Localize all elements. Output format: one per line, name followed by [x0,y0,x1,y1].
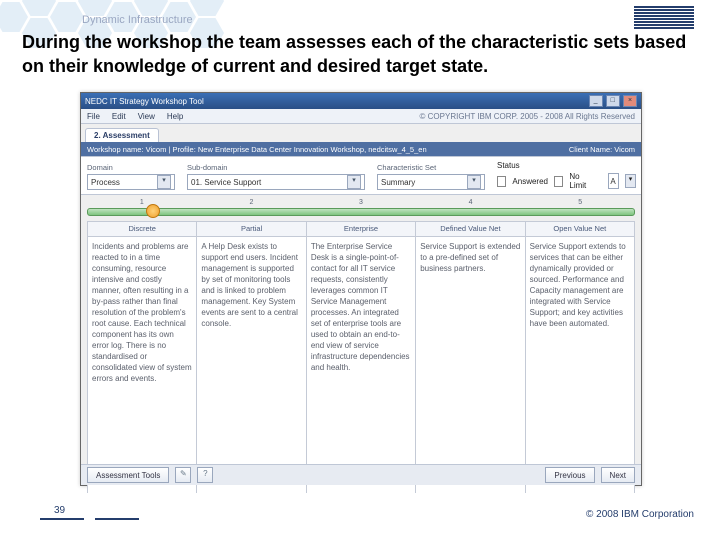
window-title: NEDC IT Strategy Workshop Tool [85,97,204,106]
domain-label: Domain [87,163,175,172]
col-header-1: Discrete [88,222,196,237]
chevron-down-icon[interactable]: ▾ [625,174,637,188]
col-header-2: Partial [197,222,305,237]
col-body-1: Incidents and problems are reacted to in… [88,237,196,493]
workshop-tool-window: NEDC IT Strategy Workshop Tool _ □ × Fil… [80,92,642,486]
menu-view[interactable]: View [138,112,155,121]
titlebar: NEDC IT Strategy Workshop Tool _ □ × [81,93,641,109]
profile-left: Workshop name: Vicom | Profile: New Ente… [87,145,427,154]
col-body-2: A Help Desk exists to support end users.… [197,237,305,493]
maximize-button[interactable]: □ [606,95,620,107]
app-copyright: © COPYRIGHT IBM CORP. 2005 - 2008 All Ri… [420,112,635,121]
col-body-3: The Enterprise Service Desk is a single-… [307,237,415,493]
subdomain-label: Sub-domain [187,163,365,172]
next-button[interactable]: Next [601,467,635,483]
window-controls: _ □ × [588,95,637,107]
minimize-button[interactable]: _ [589,95,603,107]
menu-help[interactable]: Help [167,112,183,121]
domain-dropdown[interactable]: Process▾ [87,174,175,190]
profile-right: Client Name: Vicom [569,145,635,154]
close-button[interactable]: × [623,95,637,107]
help-icon[interactable]: ? [197,467,213,483]
menu-file[interactable]: File [87,112,100,121]
slider-track [87,208,635,216]
chevron-down-icon: ▾ [157,175,171,189]
assessment-tools-button[interactable]: Assessment Tools [87,467,169,483]
chevron-down-icon: ▾ [347,175,361,189]
letter-dropdown[interactable]: A [608,173,619,189]
menu-edit[interactable]: Edit [112,112,126,121]
status-label: Status [497,161,636,170]
col-header-4: Defined Value Net [416,222,524,237]
profile-bar: Workshop name: Vicom | Profile: New Ente… [81,142,641,156]
maturity-slider[interactable]: 1 2 3 4 5 [87,199,635,219]
chevron-down-icon: ▾ [467,175,481,189]
selector-row: Domain Process▾ Sub-domain 01. Service S… [81,156,641,195]
subdomain-dropdown[interactable]: 01. Service Support▾ [187,174,365,190]
answered-label: Answered [512,177,548,186]
col-header-3: Enterprise [307,222,415,237]
tab-assessment[interactable]: 2. Assessment [85,128,159,142]
col-header-5: Open Value Net [526,222,634,237]
col-body-5: Service Support extends to services that… [526,237,634,493]
bottom-toolbar: Assessment Tools ✎ ? Previous Next [81,464,641,485]
nolimit-label: No Limit [569,172,593,190]
ibm-logo [634,6,694,28]
answered-checkbox[interactable] [497,176,506,187]
slider-thumb[interactable] [146,204,160,218]
nolimit-checkbox[interactable] [554,176,563,187]
slide-headline: During the workshop the team assesses ea… [22,30,698,78]
charset-label: Characteristic Set [377,163,485,172]
page-number: 39 [54,505,65,516]
slide-footer: 39 © 2008 IBM Corporation [0,500,720,530]
brand-tagline: Dynamic Infrastructure [82,14,193,26]
tool-icon[interactable]: ✎ [175,467,191,483]
charset-dropdown[interactable]: Summary▾ [377,174,485,190]
previous-button[interactable]: Previous [545,467,594,483]
footer-copyright: © 2008 IBM Corporation [586,509,694,520]
col-body-4: Service Support is extended to a pre-def… [416,237,524,493]
maturity-columns: DiscreteIncidents and problems are react… [87,221,635,493]
menubar: File Edit View Help © COPYRIGHT IBM CORP… [81,109,641,124]
